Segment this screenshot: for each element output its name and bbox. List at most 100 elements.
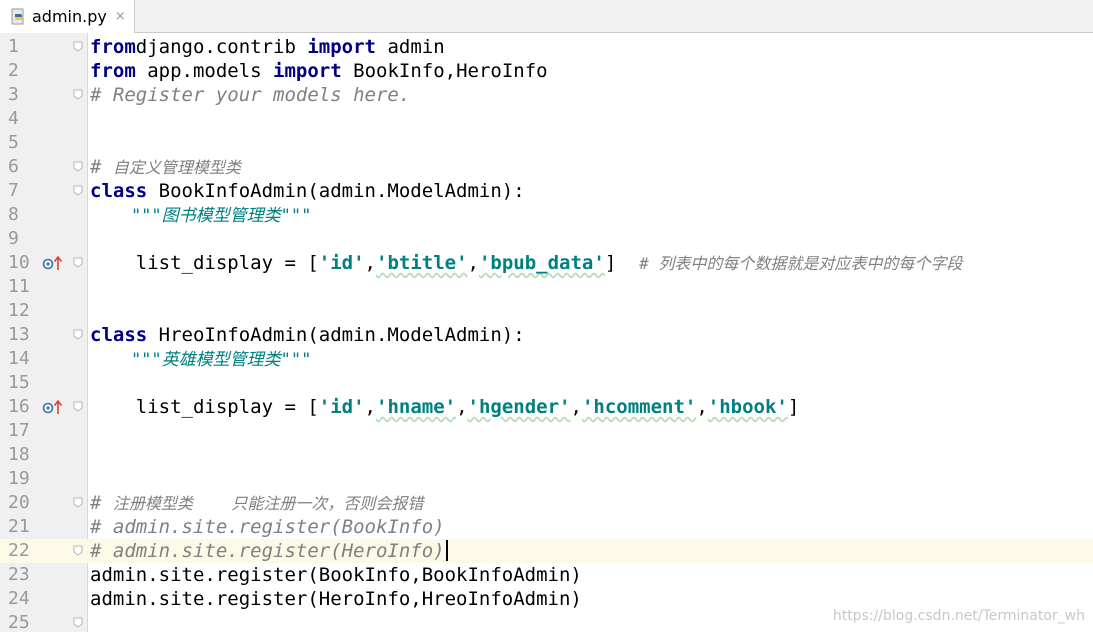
code-token: , — [456, 396, 468, 418]
override-method-icon[interactable] — [42, 255, 64, 271]
code-line[interactable]: 16 list_display = ['id','hname','hgender… — [0, 395, 1093, 419]
fold-marker-icon[interactable] — [73, 257, 83, 268]
code-line[interactable]: 3 # Register your models here. — [0, 83, 1093, 107]
gutter-cell: 19 — [0, 467, 87, 491]
fold-marker-icon[interactable] — [73, 185, 83, 196]
line-number: 22 — [8, 540, 30, 561]
code-text: # 注册模型类 只能注册一次，否则会报错 — [90, 491, 423, 515]
gutter-cell: 1 — [0, 35, 87, 59]
code-token: ] — [787, 396, 800, 418]
gutter-cell: 13 — [0, 323, 87, 347]
code-text: # Register your models here. — [90, 83, 410, 107]
code-line[interactable]: 5 — [0, 131, 1093, 155]
code-token: 'bpub_data' — [478, 252, 605, 274]
line-number: 2 — [8, 60, 19, 81]
code-line[interactable]: 6 # 自定义管理模型类 — [0, 155, 1093, 179]
code-line[interactable]: 8 """图书模型管理类""" — [0, 203, 1093, 227]
code-token: ] — [604, 252, 640, 274]
code-text: """图书模型管理类""" — [90, 203, 311, 227]
gutter-cell: 14 — [0, 347, 87, 371]
line-number: 7 — [8, 180, 19, 201]
fold-marker-icon[interactable] — [73, 41, 83, 52]
code-text: # admin.site.register(HeroInfo) — [90, 539, 448, 563]
code-token: import — [273, 60, 342, 82]
line-number: 20 — [8, 492, 30, 513]
code-token: # Register your models here. — [90, 84, 411, 106]
fold-marker-icon[interactable] — [73, 497, 83, 508]
gutter-cell: 15 — [0, 371, 87, 395]
code-line[interactable]: 2 from app.models import BookInfo,HeroInf… — [0, 59, 1093, 83]
tab-admin-py[interactable]: admin.py × — [0, 0, 135, 33]
gutter-cell: 18 — [0, 443, 87, 467]
gutter-cell: 3 — [0, 83, 87, 107]
override-method-icon[interactable] — [42, 399, 64, 415]
gutter-cell: 5 — [0, 131, 87, 155]
code-token: , — [364, 252, 376, 274]
line-number: 14 — [8, 348, 30, 369]
code-token: 'id' — [318, 252, 365, 274]
fold-marker-icon[interactable] — [73, 89, 83, 100]
gutter-cell: 20 — [0, 491, 87, 515]
line-number: 1 — [8, 36, 19, 57]
code-line[interactable]: 22 # admin.site.register(HeroInfo) — [0, 539, 1093, 563]
tab-filename: admin.py — [32, 7, 107, 26]
line-number: 10 — [8, 252, 30, 273]
code-token: admin.site.register(HeroInfo,HreoInfoAdm… — [90, 588, 582, 610]
close-icon[interactable]: × — [115, 9, 126, 24]
fold-marker-icon[interactable] — [73, 545, 83, 556]
code-line[interactable]: 19 — [0, 467, 1093, 491]
code-token: from — [90, 60, 136, 82]
code-token: from — [90, 36, 136, 58]
code-text: """英雄模型管理类""" — [90, 347, 311, 371]
code-token: 自定义管理模型类 — [112, 158, 241, 177]
fold-marker-icon[interactable] — [73, 401, 83, 412]
fold-marker-icon[interactable] — [73, 329, 83, 340]
code-token: """英雄模型管理类""" — [90, 350, 312, 370]
code-token: BookInfoAdmin(admin.ModelAdmin): — [147, 180, 525, 202]
code-token: # 列表中的每个数据就是对应表中的每个字段 — [639, 254, 963, 273]
code-token: 注册模型类 只能注册一次，否则会报错 — [112, 494, 424, 513]
gutter-cell: 23 — [0, 563, 87, 587]
code-line[interactable]: 18 — [0, 443, 1093, 467]
line-number: 17 — [8, 420, 30, 441]
line-number: 6 — [8, 156, 19, 177]
code-line[interactable]: 13 class HreoInfoAdmin(admin.ModelAdmin): — [0, 323, 1093, 347]
code-line[interactable]: 17 — [0, 419, 1093, 443]
code-token: django.contrib — [135, 36, 308, 58]
code-editor[interactable]: 1 fromdjango.contrib import admin 2 from ap… — [0, 33, 1093, 635]
line-number: 21 — [8, 516, 30, 537]
line-number: 13 — [8, 324, 30, 345]
code-line[interactable]: 11 — [0, 275, 1093, 299]
code-line[interactable]: 21 # admin.site.register(BookInfo) — [0, 515, 1093, 539]
fold-marker-icon[interactable] — [73, 617, 83, 628]
code-token: admin.site.register(BookInfo,BookInfoAdm… — [90, 564, 582, 586]
code-line[interactable]: 1 fromdjango.contrib import admin — [0, 35, 1093, 59]
line-number: 23 — [8, 564, 30, 585]
code-token: list_display = [ — [90, 252, 319, 274]
code-line[interactable]: 9 — [0, 227, 1093, 251]
code-line[interactable]: 12 — [0, 299, 1093, 323]
line-number: 9 — [8, 228, 19, 249]
code-line[interactable]: 7 class BookInfoAdmin(admin.ModelAdmin): — [0, 179, 1093, 203]
code-token: 'btitle' — [376, 252, 468, 274]
gutter-cell: 16 — [0, 395, 87, 419]
line-number: 5 — [8, 132, 19, 153]
code-token: """图书模型管理类""" — [90, 206, 312, 226]
line-number: 25 — [8, 612, 30, 633]
code-text: admin.site.register(BookInfo,BookInfoAdm… — [90, 563, 582, 587]
code-line[interactable]: 10 list_display = ['id','btitle','bpub_d… — [0, 251, 1093, 275]
fold-marker-icon[interactable] — [73, 161, 83, 172]
gutter-cell: 22 — [0, 539, 87, 563]
gutter-cell: 25 — [0, 611, 87, 635]
code-line[interactable]: 20 # 注册模型类 只能注册一次，否则会报错 — [0, 491, 1093, 515]
code-token: # — [90, 156, 113, 178]
code-line[interactable]: 4 — [0, 107, 1093, 131]
code-token: admin — [376, 36, 445, 58]
line-number: 3 — [8, 84, 19, 105]
code-line[interactable]: 23 admin.site.register(BookInfo,BookInfoA… — [0, 563, 1093, 587]
code-line[interactable]: 15 — [0, 371, 1093, 395]
code-line[interactable]: 14 """英雄模型管理类""" — [0, 347, 1093, 371]
code-token: import — [307, 36, 376, 58]
code-token: 'hname' — [376, 396, 457, 418]
gutter-cell: 11 — [0, 275, 87, 299]
